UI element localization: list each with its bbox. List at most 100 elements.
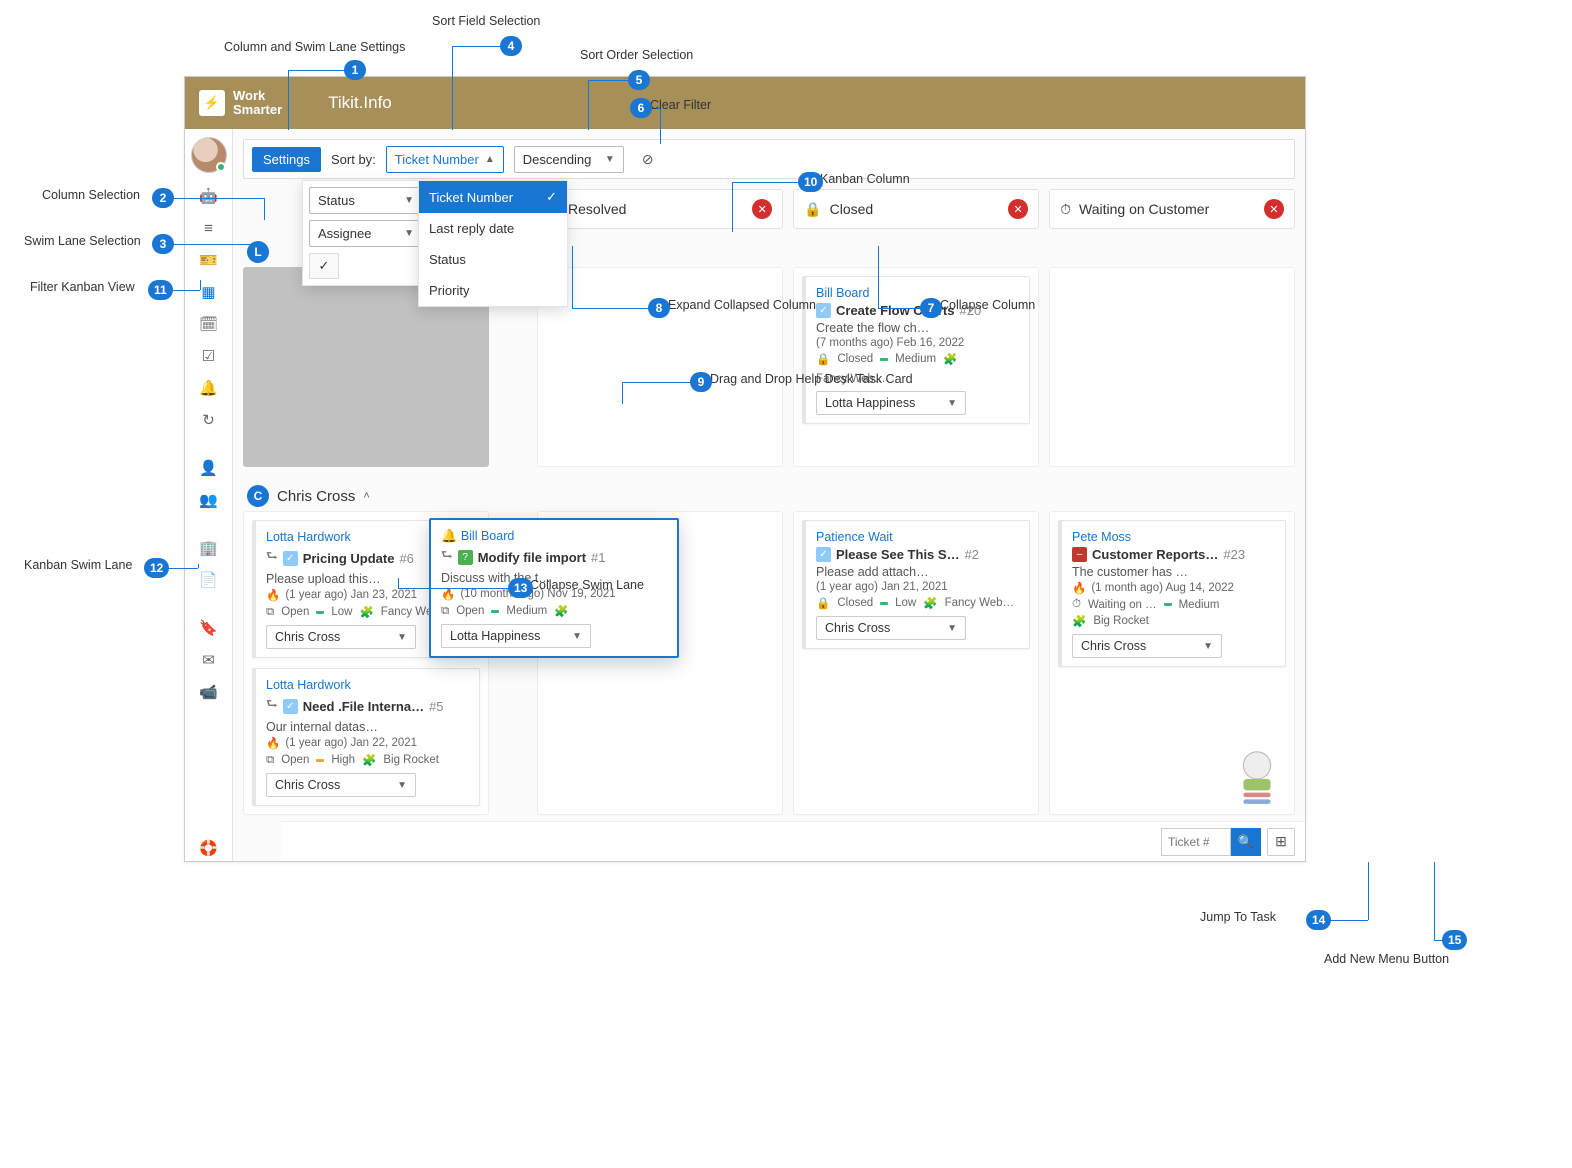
sort-field-select[interactable]: Ticket Number ▲ <box>386 146 504 173</box>
caret-down-icon: ▼ <box>572 631 582 642</box>
assignee-select[interactable]: Chris Cross▼ <box>1072 634 1222 658</box>
filter-icon[interactable]: ≡ <box>196 215 222 241</box>
requester-link[interactable]: Bill Board <box>816 286 870 300</box>
check-icon: ✓ <box>546 189 557 205</box>
side-rail: 🤖 ≡ 🎫 ▦ 🗓 ☑ 🔔 ↻ 👤 👥 🏢 📄 🔖 ✉ 📹 🛟 <box>185 129 233 861</box>
settings-button[interactable]: Settings <box>252 147 321 172</box>
support-icon[interactable]: 🛟 <box>196 835 222 861</box>
task-card[interactable]: Lotta Hardwork ⮑ ✓ Need .File Interna… #… <box>252 668 480 806</box>
priority-icon <box>316 611 324 614</box>
assignee-select[interactable]: Lotta Happiness▼ <box>441 624 591 648</box>
dropzone[interactable] <box>537 267 783 467</box>
collapse-column-button[interactable]: ✕ <box>752 199 772 219</box>
group-icon: 🧩 <box>943 352 957 366</box>
calendar-check-icon[interactable]: 🗓 <box>196 311 222 337</box>
flame-icon: 🔥 <box>266 588 280 602</box>
card-group: Fancy Web… <box>816 373 885 385</box>
building-icon[interactable]: 🏢 <box>196 535 222 561</box>
mail-icon[interactable]: ✉ <box>196 647 222 673</box>
tree-icon: ⮑ <box>266 695 278 717</box>
priority-icon <box>880 358 888 361</box>
requester-link[interactable]: Lotta Hardwork <box>266 530 351 544</box>
assistant-bot-icon[interactable] <box>1223 745 1291 813</box>
group-icon: 🧩 <box>923 596 937 610</box>
status-icon: ⧉ <box>441 605 449 618</box>
task-card[interactable]: Bill Board ✓ Create Flow Charts #20 Crea… <box>802 276 1030 424</box>
kanban-column-resolved[interactable]: ✓ Resolved ✕ <box>537 189 783 229</box>
requester-link[interactable]: Patience Wait <box>816 530 893 544</box>
card-number: #6 <box>399 551 413 566</box>
avatar[interactable] <box>191 137 227 173</box>
lane-initial: L <box>247 241 269 263</box>
card-desc: Please add attach… <box>816 565 1019 579</box>
people-icon[interactable]: 👥 <box>196 487 222 513</box>
kanban-column-waiting[interactable]: ⏱ Waiting on Customer ✕ <box>1049 189 1295 229</box>
swimlane-select-value: Assignee <box>318 226 371 241</box>
swimlane-select[interactable]: Assignee ▼ <box>309 220 423 247</box>
card-priority: Medium <box>506 605 547 617</box>
collapse-column-button[interactable]: ✕ <box>1264 199 1284 219</box>
ticket-icon[interactable]: 🎫 <box>196 247 222 273</box>
kanban-column-closed[interactable]: 🔒 Closed ✕ <box>793 189 1039 229</box>
sort-order-select[interactable]: Descending ▼ <box>514 146 624 173</box>
sort-option[interactable]: Priority <box>419 275 567 306</box>
app-body: 🤖 ≡ 🎫 ▦ 🗓 ☑ 🔔 ↻ 👤 👥 🏢 📄 🔖 ✉ 📹 🛟 <box>185 129 1305 861</box>
column-select-value: Status <box>318 193 355 208</box>
column-label: Resolved <box>568 201 626 217</box>
bell-icon[interactable]: 🔔 <box>196 375 222 401</box>
card-status: Open <box>456 605 484 617</box>
swim-lane-header[interactable]: C Chris Cross ˄ <box>233 477 1305 511</box>
swim-lane-body: Lotta Hardwork ⮑ ✓ Pricing Update #6 Ple… <box>233 511 1305 825</box>
card-priority: Medium <box>895 353 936 365</box>
bookmark-icon[interactable]: 🔖 <box>196 615 222 641</box>
card-number: #23 <box>1223 547 1245 562</box>
video-icon[interactable]: 📹 <box>196 679 222 705</box>
page-title: Tikit.Info <box>328 93 392 113</box>
requester-link[interactable]: Lotta Hardwork <box>266 678 351 692</box>
card-age: (7 months ago) Feb 16, 2022 <box>816 337 964 349</box>
card-age: (1 year ago) Jan 22, 2021 <box>285 737 417 749</box>
card-desc: Create the flow ch… <box>816 321 1019 335</box>
dropzone[interactable]: Bill Board ✓ Create Flow Charts #20 Crea… <box>793 267 1039 467</box>
main: Settings Sort by: Ticket Number ▲ Descen… <box>233 129 1305 861</box>
board-icon[interactable]: ▦ <box>196 279 222 305</box>
dropzone[interactable] <box>1049 267 1295 467</box>
search-button[interactable]: 🔍 <box>1231 828 1261 856</box>
assignee-select[interactable]: Chris Cross▼ <box>266 625 416 649</box>
template-icon[interactable]: 📄 <box>196 567 222 593</box>
card-group: Big Rocket <box>1093 615 1149 627</box>
sort-option[interactable]: Last reply date <box>419 213 567 244</box>
priority-icon <box>491 610 499 613</box>
sort-option[interactable]: Status <box>419 244 567 275</box>
task-card[interactable]: 🔔 Bill Board ⮑ ? Modify file import #1 D… <box>429 518 679 658</box>
sort-by-label: Sort by: <box>331 152 376 167</box>
brand-bottom: Smarter <box>233 102 282 117</box>
card-age: (10 months ago) Nov 19, 2021 <box>460 588 615 600</box>
robot-icon[interactable]: 🤖 <box>196 183 222 209</box>
assignee-select[interactable]: Chris Cross▼ <box>816 616 966 640</box>
sort-option[interactable]: Ticket Number✓ <box>419 181 567 213</box>
type-badge-icon: ? <box>458 550 473 565</box>
dropzone[interactable]: Patience Wait ✓ Please See This S… #2 Pl… <box>793 511 1039 815</box>
task-card[interactable]: Patience Wait ✓ Please See This S… #2 Pl… <box>802 520 1030 649</box>
chevron-up-icon[interactable]: ˄ <box>363 490 369 502</box>
contact-icon[interactable]: 👤 <box>196 455 222 481</box>
collapse-column-button[interactable]: ✕ <box>1008 199 1028 219</box>
add-new-menu-button[interactable]: ⊞ <box>1267 828 1295 856</box>
task-card[interactable]: Pete Moss – Customer Reports… #23 The cu… <box>1058 520 1286 667</box>
ticket-search-input[interactable] <box>1161 828 1231 856</box>
requester-link[interactable]: Bill Board <box>461 529 515 543</box>
history-icon[interactable]: ↻ <box>196 407 222 433</box>
check-icon[interactable]: ☑ <box>196 343 222 369</box>
group-icon: 🧩 <box>554 604 568 618</box>
card-priority: Low <box>895 597 916 609</box>
assignee-select[interactable]: Chris Cross▼ <box>266 773 416 797</box>
card-status: Open <box>281 606 309 618</box>
column-select[interactable]: Status ▼ <box>309 187 423 214</box>
clear-filter-button[interactable]: ⊘ <box>634 145 662 173</box>
assignee-select[interactable]: Lotta Happiness▼ <box>816 391 966 415</box>
card-priority: Low <box>331 606 352 618</box>
confirm-settings-button[interactable]: ✓ <box>309 253 339 279</box>
tree-icon: ⮑ <box>441 546 453 568</box>
requester-link[interactable]: Pete Moss <box>1072 530 1131 544</box>
